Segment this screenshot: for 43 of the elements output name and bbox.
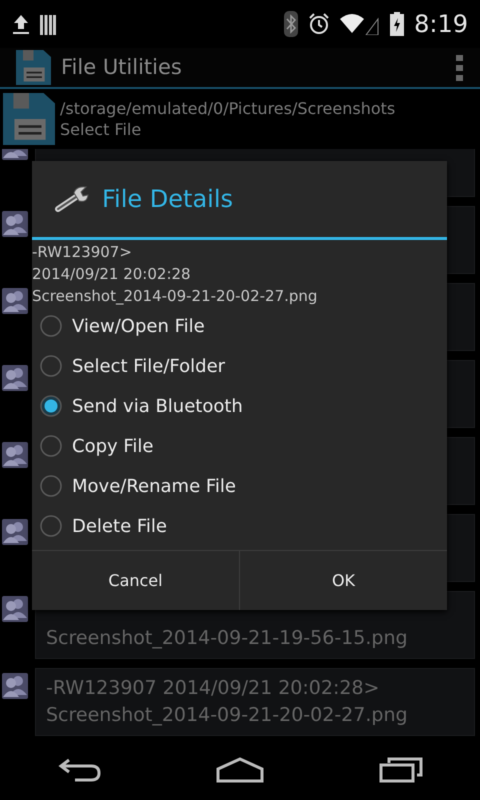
storage-icon	[40, 13, 56, 35]
radio-button[interactable]	[40, 475, 62, 497]
dialog-button[interactable]: OK	[239, 551, 447, 610]
back-icon[interactable]	[57, 758, 102, 782]
file-detail-text: Screenshot_2014-09-21-20-02-27.png	[32, 286, 318, 306]
people-icon	[2, 288, 28, 314]
file-item-text: -RW123907 2014/09/21 20:02:28>	[46, 676, 380, 701]
wrench-icon	[54, 185, 90, 213]
file-detail-text: 2014/09/21 20:02:28	[32, 264, 192, 284]
option-label[interactable]: Move/Rename File	[72, 472, 236, 500]
alarm-icon	[308, 13, 330, 35]
mode-label: Select File	[60, 119, 142, 140]
file-item-text: Screenshot_2014-09-21-19-56-15.png	[46, 626, 409, 651]
people-icon	[2, 519, 28, 545]
wifi-icon	[340, 13, 380, 35]
people-icon	[2, 596, 28, 622]
people-icon	[2, 673, 28, 699]
option-label[interactable]: Select File/Folder	[72, 352, 226, 380]
radio-button[interactable]	[40, 515, 62, 537]
overflow-menu-icon[interactable]	[456, 54, 464, 80]
folder-path: /storage/emulated/0/Pictures/Screenshots	[60, 98, 396, 119]
file-item-text: Screenshot_2014-09-21-20-02-27.png	[46, 703, 409, 728]
option-label[interactable]: Send via Bluetooth	[72, 392, 243, 420]
recent-apps-icon[interactable]	[378, 757, 423, 783]
file-detail-text: -RW123907>	[32, 242, 133, 262]
dialog-button[interactable]: Cancel	[32, 551, 239, 610]
radio-button[interactable]	[40, 315, 62, 337]
option-label[interactable]: View/Open File	[72, 312, 205, 340]
radio-button[interactable]	[40, 395, 62, 417]
option-label[interactable]: Delete File	[72, 512, 167, 540]
people-icon	[2, 442, 28, 468]
dialog-title: File Details	[102, 184, 233, 215]
option-label[interactable]: Copy File	[72, 432, 154, 460]
clock-time: 8:19	[414, 9, 468, 40]
bluetooth-icon	[284, 11, 298, 37]
battery-icon	[390, 12, 404, 36]
home-icon[interactable]	[216, 757, 264, 783]
people-icon	[2, 211, 28, 237]
people-icon	[2, 365, 28, 391]
radio-button[interactable]	[40, 435, 62, 457]
radio-button[interactable]	[40, 355, 62, 377]
app-title: File Utilities	[61, 54, 183, 81]
upload-icon	[12, 13, 30, 35]
